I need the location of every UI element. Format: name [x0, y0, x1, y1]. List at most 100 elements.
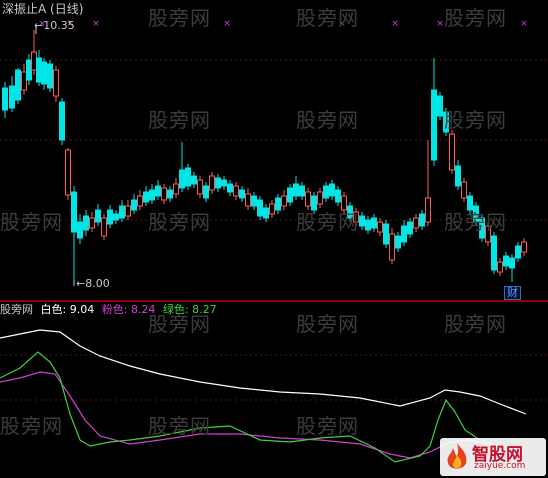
candle-body	[131, 199, 137, 211]
candle-body	[287, 187, 293, 203]
candlestick	[149, 184, 155, 204]
candle-body	[245, 193, 251, 207]
watermark: 股旁网	[148, 210, 211, 234]
candle-body	[329, 183, 335, 197]
candle-body	[113, 213, 119, 221]
candle-body	[263, 207, 269, 219]
candlestick	[233, 182, 239, 200]
candle-body	[323, 185, 329, 199]
candlestick	[36, 50, 42, 86]
candle-body	[335, 189, 341, 203]
candle-body	[275, 197, 281, 211]
candle-body	[197, 179, 203, 195]
candlestick	[521, 238, 527, 256]
candlestick	[371, 214, 377, 232]
candlestick	[413, 214, 419, 232]
watermark: 股旁网	[444, 108, 507, 132]
watermark: 股旁网	[148, 414, 211, 438]
candlestick	[71, 186, 77, 280]
candlestick	[269, 200, 275, 218]
candlestick	[179, 142, 185, 192]
candlestick	[263, 204, 269, 222]
candle-body	[185, 167, 191, 187]
candlestick	[281, 190, 287, 210]
candle-body	[413, 217, 419, 229]
candlestick	[83, 210, 89, 236]
arrow-left-icon: ←	[76, 277, 86, 290]
candle-body	[305, 191, 311, 207]
green-line-label: 绿色	[162, 303, 185, 316]
candlestick	[335, 186, 341, 206]
candle-body	[455, 165, 461, 187]
candlestick	[203, 182, 209, 202]
candle-body	[407, 221, 413, 235]
candlestick	[239, 186, 245, 202]
finance-tag[interactable]: 财	[504, 286, 521, 300]
candlestick	[41, 58, 47, 90]
watermark: 股旁网	[0, 210, 63, 234]
candle-body	[299, 185, 305, 197]
candle-body	[365, 219, 371, 231]
candlestick	[167, 186, 173, 202]
candle-body	[503, 255, 509, 267]
candle-body	[149, 189, 155, 201]
candle-body	[293, 183, 299, 197]
candlestick	[275, 194, 281, 214]
candle-body	[65, 149, 71, 196]
candlestick	[125, 200, 131, 220]
chart-canvas[interactable]: × × × × × × × ×	[0, 0, 548, 478]
candlestick	[221, 176, 227, 190]
chart-title: 深振止A (日线)	[2, 2, 84, 16]
pink-line-label: 粉色	[101, 303, 124, 316]
candlestick	[65, 148, 71, 200]
candlestick	[119, 200, 125, 222]
candlestick	[497, 258, 503, 276]
candle-body	[59, 101, 65, 141]
candlestick	[407, 218, 413, 238]
candlestick	[227, 180, 233, 196]
candle-body	[9, 85, 15, 109]
candlestick	[317, 188, 323, 208]
candle-body	[401, 225, 407, 243]
candlestick	[503, 252, 509, 270]
candle-body	[83, 215, 89, 231]
candlestick	[395, 232, 401, 252]
candle-body	[77, 221, 83, 239]
candlestick	[95, 204, 101, 226]
candlestick-series	[2, 26, 527, 286]
candle-body	[359, 215, 365, 227]
signal-marker: ×	[92, 19, 100, 29]
candlestick	[329, 180, 335, 200]
candle-body	[203, 185, 209, 199]
candle-body	[89, 217, 95, 229]
candle-body	[251, 195, 257, 207]
candlestick	[197, 176, 203, 198]
candlestick	[461, 178, 467, 202]
candlestick	[89, 212, 95, 232]
candle-body	[221, 179, 227, 187]
watermark: 股旁网	[148, 108, 211, 132]
candle-body	[143, 191, 149, 203]
site-badge: 智股网 zaiyue.com	[440, 438, 546, 476]
watermark: 股旁网	[296, 312, 359, 336]
candle-body	[191, 175, 197, 185]
candle-body	[281, 195, 287, 207]
candle-body	[389, 233, 395, 261]
candlestick	[137, 190, 143, 210]
pink-line-value: 8.24	[130, 303, 156, 316]
candlestick	[185, 164, 191, 190]
candle-body	[119, 205, 125, 219]
candle-body	[21, 71, 27, 91]
candlestick	[251, 192, 257, 210]
candle-body	[395, 235, 401, 249]
candlestick	[21, 64, 27, 95]
watermark: 股旁网	[444, 210, 507, 234]
candle-body	[257, 199, 263, 217]
candlestick	[113, 210, 119, 224]
candle-body	[2, 87, 8, 111]
candle-body	[137, 195, 143, 207]
candle-body	[437, 95, 443, 117]
candle-body	[431, 89, 437, 161]
candlestick	[491, 232, 497, 274]
candlestick	[209, 172, 215, 194]
